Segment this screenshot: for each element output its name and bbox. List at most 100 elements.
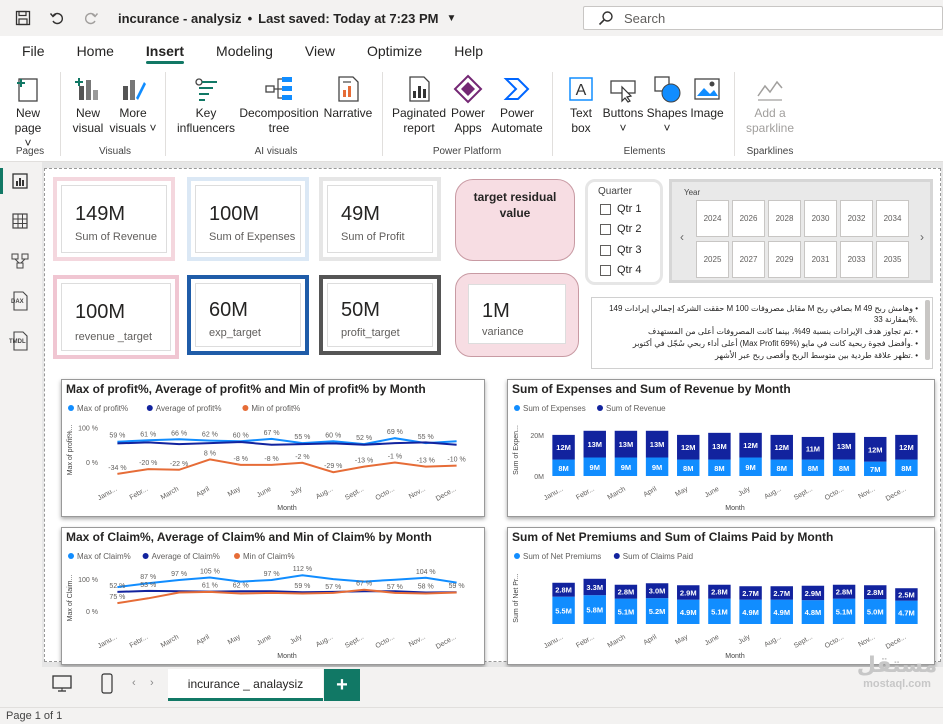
year-item-2033[interactable]: 2033 bbox=[840, 241, 873, 278]
year-item-2027[interactable]: 2027 bbox=[732, 241, 765, 278]
x-tick-label: Janu... bbox=[97, 486, 119, 503]
table-view-icon[interactable] bbox=[9, 210, 31, 232]
checkbox[interactable] bbox=[600, 244, 611, 256]
data-label: 62 % bbox=[202, 432, 218, 439]
model-view-icon[interactable] bbox=[9, 250, 31, 272]
insight-line: • وهامش ربح 49 M بصافي ربح M مقابل مصروف… bbox=[609, 304, 918, 313]
data-label: 8M bbox=[683, 464, 693, 473]
card-revenue-target[interactable]: 100M revenue _target bbox=[53, 275, 179, 359]
chevron-left-icon[interactable]: ‹ bbox=[132, 677, 136, 689]
year-item-2031[interactable]: 2031 bbox=[804, 241, 837, 278]
slicer-item-qtr-4[interactable]: Qtr 4 bbox=[600, 264, 641, 276]
tmdl-view-icon[interactable]: TMDL bbox=[9, 330, 31, 352]
menu-help[interactable]: Help bbox=[438, 36, 499, 66]
shapes-button[interactable]: Shapes ˅ bbox=[646, 74, 688, 136]
year-item-2026[interactable]: 2026 bbox=[732, 200, 765, 237]
x-axis-title: Month bbox=[277, 505, 297, 512]
card-expenses[interactable]: 100M Sum of Expenses bbox=[187, 177, 309, 261]
chart-profit-by-month[interactable]: Max of profit%, Average of profit% and M… bbox=[61, 379, 485, 517]
new-page-button[interactable]: New page ˅ bbox=[10, 74, 46, 151]
add-page-button[interactable]: + bbox=[324, 669, 360, 701]
year-item-2024[interactable]: 2024 bbox=[696, 200, 729, 237]
chevron-right-icon[interactable]: › bbox=[150, 677, 154, 689]
chevron-right-icon[interactable]: › bbox=[920, 230, 924, 244]
menu-view[interactable]: View bbox=[289, 36, 351, 66]
menu-file[interactable]: File bbox=[0, 36, 61, 66]
report-page[interactable]: 149M Sum of Revenue 100M Sum of Expenses… bbox=[44, 168, 941, 665]
buttons-button[interactable]: Buttons ˅ bbox=[600, 74, 646, 136]
decomposition-tree-button[interactable]: Decomposition tree bbox=[238, 74, 320, 136]
narrative-button[interactable]: Narrative bbox=[322, 74, 374, 121]
key-influencers-button[interactable]: Key influencers bbox=[176, 74, 236, 136]
year-item-2034[interactable]: 2034 bbox=[876, 200, 909, 237]
card-label: revenue _target bbox=[75, 331, 153, 343]
data-label: 4.9M bbox=[680, 608, 697, 617]
power-automate-button[interactable]: Power Automate bbox=[490, 74, 544, 136]
card-target-residual[interactable]: target residual value bbox=[455, 179, 575, 261]
buttons-label: Buttons bbox=[602, 106, 644, 120]
paginated-report-button[interactable]: Paginated report bbox=[390, 74, 448, 136]
slicer-item-qtr-3[interactable]: Qtr 3 bbox=[600, 244, 641, 256]
search-input[interactable]: Search bbox=[583, 6, 943, 30]
last-saved-text[interactable]: Last saved: Today at 7:23 PM bbox=[258, 11, 438, 26]
dax-query-view-icon[interactable]: DAX bbox=[9, 290, 31, 312]
undo-icon[interactable] bbox=[46, 7, 68, 29]
card-revenue[interactable]: 149M Sum of Revenue bbox=[53, 177, 175, 261]
chart-expenses-revenue-by-month[interactable]: Sum of Expenses and Sum of Revenue by Mo… bbox=[507, 379, 935, 517]
x-tick-label: May bbox=[227, 485, 242, 498]
year-slicer[interactable]: Year ‹ › 2024 2026 2028 2030 2032 2034 2025 202… bbox=[669, 179, 933, 283]
checkbox[interactable] bbox=[600, 264, 611, 276]
quarter-slicer[interactable]: Quarter Qtr 1 Qtr 2 Qtr 3 Qtr 4 bbox=[585, 179, 663, 285]
mobile-layout-icon[interactable] bbox=[100, 673, 114, 700]
year-item-2030[interactable]: 2030 bbox=[804, 200, 837, 237]
legend-label: Average of Claim% bbox=[152, 552, 220, 561]
year-item-2035[interactable]: 2035 bbox=[876, 241, 909, 278]
redo-icon[interactable] bbox=[80, 7, 102, 29]
more-visuals-button[interactable]: More visuals ˅ bbox=[108, 74, 158, 136]
year-item-2032[interactable]: 2032 bbox=[840, 200, 873, 237]
year-item-2028[interactable]: 2028 bbox=[768, 200, 801, 237]
card-value: 100M bbox=[209, 203, 260, 225]
add-sparkline-label-2: sparkline bbox=[745, 121, 795, 135]
card-exp-target[interactable]: 60M exp_target bbox=[187, 275, 309, 355]
checkbox[interactable] bbox=[600, 203, 611, 215]
year-item-2025[interactable]: 2025 bbox=[696, 241, 729, 278]
legend-marker bbox=[68, 553, 74, 559]
card-profit-target[interactable]: 50M profit_target bbox=[319, 275, 441, 355]
report-view-icon[interactable] bbox=[9, 170, 31, 192]
power-apps-button[interactable]: Power Apps bbox=[448, 74, 488, 136]
desktop-layout-icon[interactable] bbox=[52, 675, 72, 698]
image-button[interactable]: Image bbox=[688, 74, 726, 121]
chevron-down-icon[interactable]: ▼ bbox=[447, 13, 457, 24]
checkbox[interactable] bbox=[600, 223, 611, 235]
new-visual-button[interactable]: New visual bbox=[70, 74, 106, 136]
card-label: variance bbox=[482, 326, 524, 338]
chart-claim-by-month[interactable]: Max of Claim%, Average of Claim% and Min… bbox=[61, 527, 485, 665]
x-tick-label: Dece... bbox=[435, 634, 458, 651]
add-sparkline-button[interactable]: Add a sparkline bbox=[744, 74, 796, 136]
slicer-item-qtr-1[interactable]: Qtr 1 bbox=[600, 203, 641, 215]
save-icon[interactable] bbox=[12, 7, 34, 29]
card-profit[interactable]: 49M Sum of Profit bbox=[319, 177, 441, 261]
x-axis-title: Month bbox=[725, 505, 745, 512]
menu-home[interactable]: Home bbox=[61, 36, 130, 66]
scrollbar[interactable] bbox=[925, 300, 930, 360]
document-title[interactable]: incurance - analysiz bbox=[118, 11, 242, 26]
ribbon-divider bbox=[734, 72, 735, 156]
menu-modeling[interactable]: Modeling bbox=[200, 36, 289, 66]
tab-page-1[interactable]: incurance _ analaysiz bbox=[168, 669, 323, 701]
add-sparkline-label-1: Add a bbox=[754, 106, 786, 120]
chart-premiums-claims-by-month[interactable]: Sum of Net Premiums and Sum of Claims Pa… bbox=[507, 527, 935, 665]
card-variance[interactable]: 1M variance bbox=[455, 273, 579, 357]
text-box-button[interactable]: A Text box bbox=[563, 74, 599, 136]
menu-insert[interactable]: Insert bbox=[130, 36, 200, 66]
data-label: 67 % bbox=[264, 430, 280, 437]
slicer-item-qtr-2[interactable]: Qtr 2 bbox=[600, 223, 641, 235]
data-label: 104 % bbox=[416, 569, 436, 576]
menu-optimize[interactable]: Optimize bbox=[351, 36, 438, 66]
data-label: -34 % bbox=[108, 465, 126, 472]
insights-text-box[interactable]: • وهامش ربح 49 M بصافي ربح M مقابل مصروف… bbox=[591, 297, 933, 369]
data-label: 13M bbox=[712, 442, 727, 451]
year-item-2029[interactable]: 2029 bbox=[768, 241, 801, 278]
chevron-left-icon[interactable]: ‹ bbox=[680, 230, 684, 244]
